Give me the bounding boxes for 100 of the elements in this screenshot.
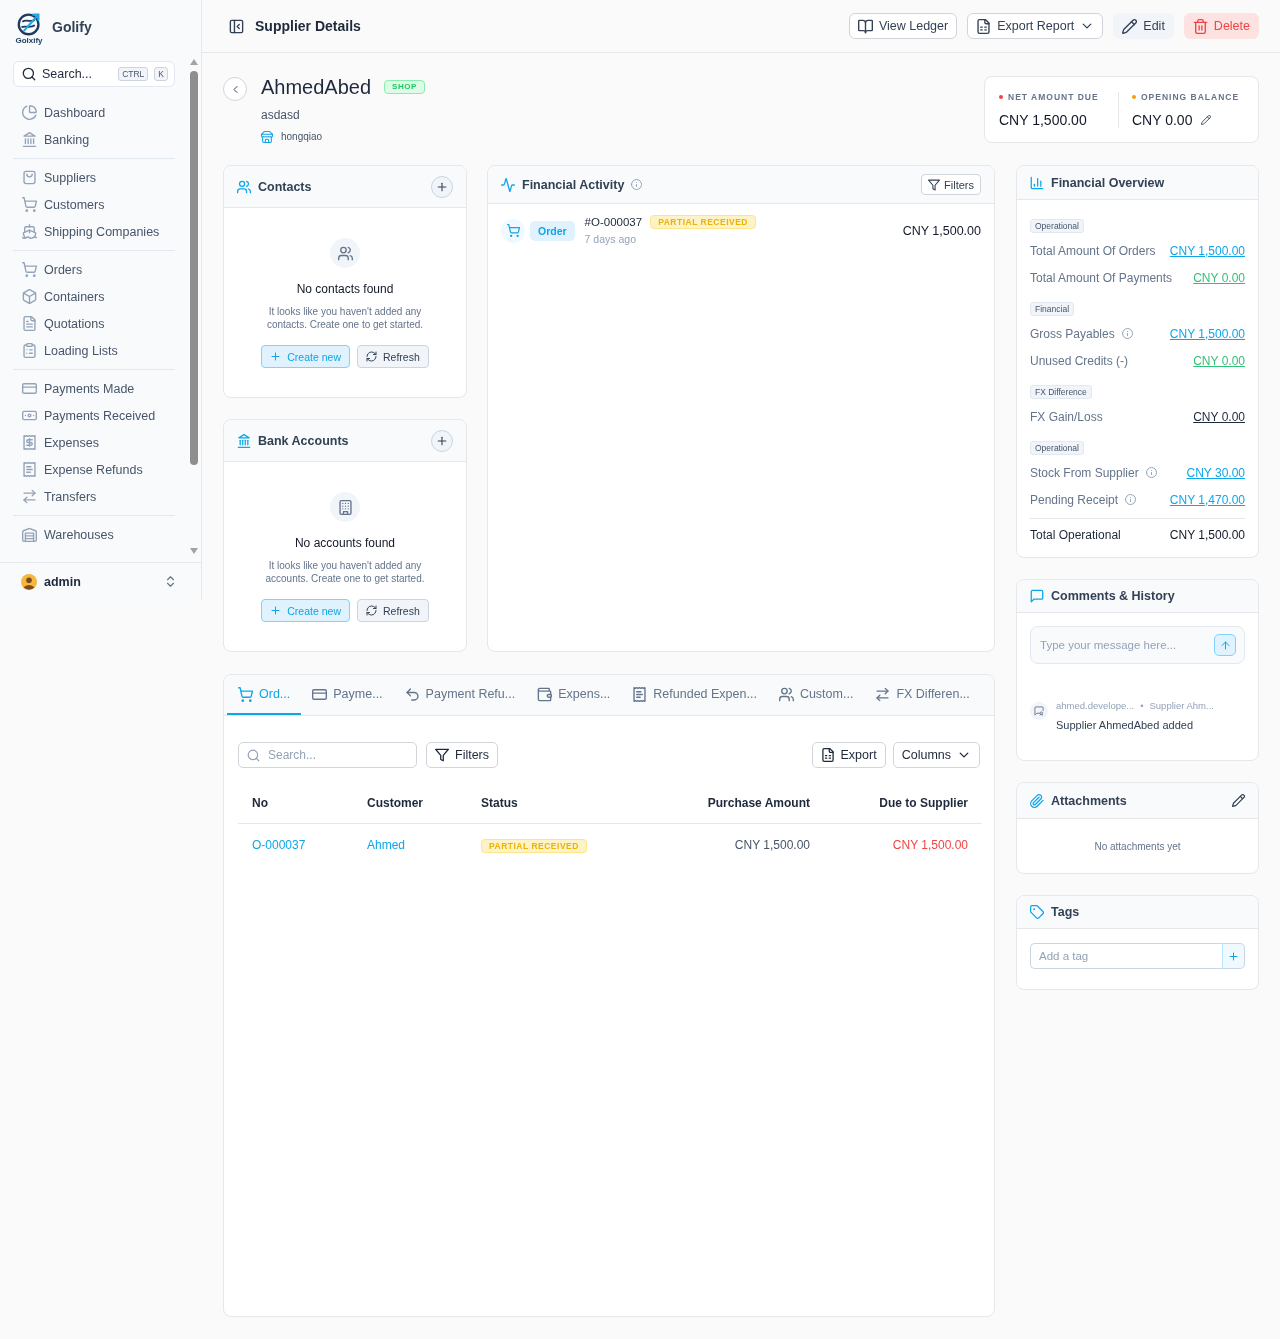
empty-description: It looks like you haven't added any accounts. Create one to get started. <box>264 559 426 585</box>
nav-item[interactable]: Suppliers <box>13 164 175 191</box>
receipt-icon <box>22 435 37 450</box>
nav-item[interactable]: Loading Lists <box>13 337 175 364</box>
search-icon <box>247 748 260 762</box>
history-message: Supplier AhmedAbed added <box>1056 718 1194 732</box>
info-icon[interactable] <box>1145 467 1157 478</box>
undo-arrow-icon <box>404 686 420 702</box>
balance-amount: CNY 1,500.00 <box>999 111 1087 128</box>
section-tag: FX Difference <box>1030 385 1092 399</box>
table-cell: CNY 1,500.00 <box>734 838 810 852</box>
add-account-button[interactable] <box>431 429 453 452</box>
card-title: Comments & History <box>1051 589 1176 603</box>
add-tag-button[interactable] <box>1222 943 1245 969</box>
supplier-name: AhmedAbed <box>261 75 372 99</box>
refresh-button[interactable]: Refresh <box>356 345 429 368</box>
nav-item[interactable]: Transfers <box>13 483 175 510</box>
pencil-icon <box>1122 18 1138 34</box>
nav-item[interactable]: Quotations <box>13 310 175 337</box>
add-contact-button[interactable] <box>431 175 453 198</box>
nav-item[interactable]: Payments Made <box>13 375 175 402</box>
refresh-button[interactable]: Refresh <box>356 599 429 622</box>
store-icon <box>261 131 273 143</box>
total-amount: CNY 1,500.00 <box>1169 528 1245 542</box>
nav-item[interactable]: Expenses <box>13 429 175 456</box>
tab[interactable]: Payment Refu... <box>393 675 527 715</box>
refresh-icon <box>365 605 377 616</box>
supplier-subtitle: asdasd <box>261 108 301 123</box>
users-icon <box>330 238 360 268</box>
search-button[interactable]: Search... CTRL K <box>13 61 175 87</box>
credit-card-icon <box>312 686 328 702</box>
search-field[interactable]: Search... <box>238 742 417 768</box>
back-button[interactable] <box>223 77 247 101</box>
export-report-button[interactable]: Export Report <box>967 13 1104 39</box>
scroll-down-icon[interactable] <box>190 548 198 554</box>
message-field[interactable]: Type your message here... <box>1030 626 1245 664</box>
scrollbar-thumb[interactable] <box>190 71 198 465</box>
info-icon[interactable] <box>1121 328 1133 339</box>
column-header: Purchase Amount <box>707 795 810 810</box>
logo-icon <box>16 11 42 36</box>
amount-link[interactable]: CNY 0.00 <box>1193 409 1245 424</box>
user-menu-button[interactable]: admin <box>0 562 201 600</box>
tab[interactable]: Expens... <box>526 675 622 715</box>
cart-icon <box>22 262 37 277</box>
avatar-icon <box>21 573 37 590</box>
metric-label: Gross Payables <box>1030 326 1115 341</box>
order-number[interactable]: #O-000037 <box>584 216 643 228</box>
nav-item[interactable]: Payments Received <box>13 402 175 429</box>
nav-item[interactable]: Orders <box>13 256 175 283</box>
empty-title: No accounts found <box>294 535 396 551</box>
amount-text: CNY 1,500.00 <box>902 223 981 238</box>
column-header: No <box>252 795 268 810</box>
cart-icon <box>238 686 253 702</box>
send-button[interactable] <box>1214 634 1236 656</box>
nav-item[interactable]: Dashboard <box>13 99 175 126</box>
filters-button[interactable]: Filters <box>426 742 499 768</box>
info-icon[interactable] <box>1125 494 1137 505</box>
status-badge: PARTIAL RECEIVED <box>481 839 587 853</box>
section-tag: Operational <box>1030 441 1084 455</box>
metric-label: Stock From Supplier <box>1030 465 1139 480</box>
scroll-up-icon[interactable] <box>190 59 198 65</box>
filters-button[interactable]: Filters <box>921 174 981 195</box>
export-button[interactable]: Export <box>811 742 886 768</box>
nav-item[interactable]: Customers <box>13 191 175 218</box>
tab[interactable]: Payme... <box>301 675 394 715</box>
cart-icon <box>501 218 525 243</box>
nav-item[interactable]: Shipping Companies <box>13 218 175 245</box>
columns-dropdown[interactable]: Columns <box>892 742 980 768</box>
nav-item[interactable]: Expense Refunds <box>13 456 175 483</box>
nav-item[interactable]: Banking <box>13 126 175 153</box>
pencil-icon[interactable] <box>1232 794 1245 807</box>
status-badge: PARTIAL RECEIVED <box>650 215 756 229</box>
nav-item[interactable]: Containers <box>13 283 175 310</box>
bank-icon <box>22 132 37 147</box>
view-ledger-button[interactable]: View Ledger <box>848 13 958 39</box>
card-title: Tags <box>1051 905 1081 919</box>
tag-input-field[interactable]: Add a tag <box>1030 943 1222 969</box>
type-badge: SHOP <box>384 80 425 94</box>
banknote-icon <box>22 408 37 423</box>
tab[interactable]: Refunded Expen... <box>621 675 768 715</box>
metric-label: Pending Receipt <box>1030 492 1119 507</box>
pencil-icon[interactable] <box>1201 114 1212 125</box>
time-text: 7 days ago <box>584 232 637 246</box>
card-title: Bank Accounts <box>258 433 350 448</box>
metric-label: Total Amount Of Payments <box>1030 270 1173 285</box>
refresh-icon <box>365 351 377 362</box>
sidebar-toggle-icon[interactable] <box>229 18 244 34</box>
type-badge: Order <box>530 220 575 241</box>
edit-button[interactable]: Edit <box>1113 13 1174 39</box>
ship-icon <box>22 224 37 239</box>
users-icon <box>237 179 251 194</box>
tag-icon <box>1030 905 1044 919</box>
users-icon <box>778 686 794 702</box>
nav-item[interactable]: Warehouses <box>13 521 175 548</box>
receipt-icon <box>22 462 37 477</box>
tab[interactable]: Custom... <box>767 675 865 715</box>
tab[interactable]: FX Differen... <box>864 675 981 715</box>
spreadsheet-icon <box>976 18 992 34</box>
credit-card-icon <box>22 381 37 396</box>
wallet-icon <box>537 686 553 702</box>
